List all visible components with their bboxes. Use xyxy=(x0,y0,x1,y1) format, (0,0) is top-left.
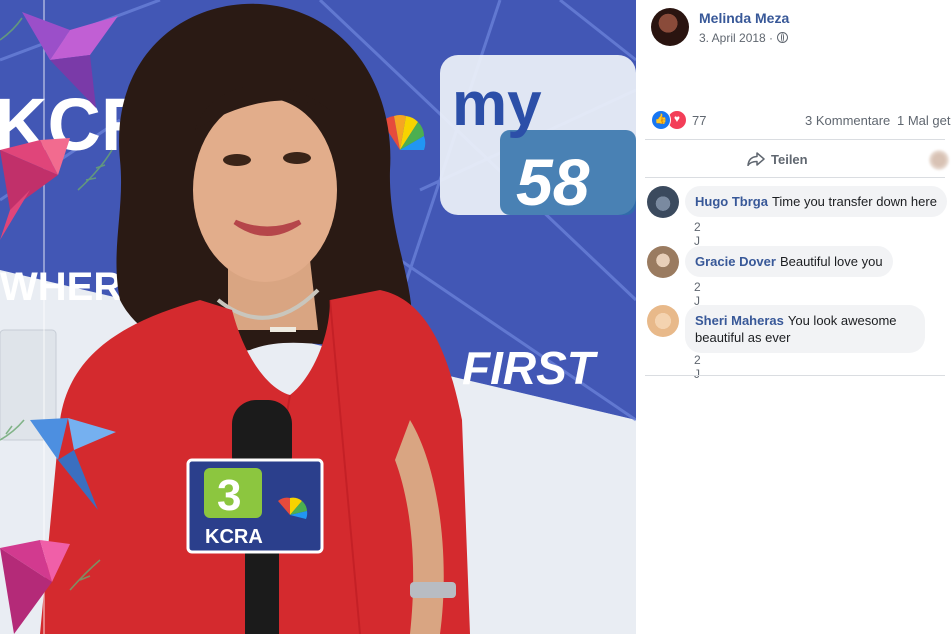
van-text-first: FIRST xyxy=(462,342,599,394)
comment-time[interactable]: 2 J xyxy=(694,353,701,381)
reactions-summary[interactable]: 👍 ♥ 77 xyxy=(651,110,706,130)
face xyxy=(193,98,337,282)
globe-icon xyxy=(777,32,789,43)
microphone-handle xyxy=(245,540,279,634)
post-date[interactable]: 3. April 2018 · xyxy=(699,31,789,45)
commenter-name-link[interactable]: Hugo Tbrga xyxy=(695,194,768,209)
comment-bubble: Hugo Tbrga Time you transfer down here xyxy=(685,186,947,217)
author-avatar[interactable] xyxy=(651,8,689,46)
share-button-label: Teilen xyxy=(771,151,808,167)
share-arrow-icon xyxy=(747,152,765,166)
commenter-avatar[interactable] xyxy=(647,305,679,337)
mic-flag-text: KCRA xyxy=(205,526,263,548)
post-date-text: 3. April 2018 · xyxy=(699,31,774,45)
comment-text: Time you transfer down here xyxy=(771,194,937,209)
comment-text: Beautiful love you xyxy=(779,254,883,269)
divider-bottom xyxy=(645,375,945,376)
my58-logo-my: my xyxy=(452,70,542,139)
post-photo[interactable]: my 58 KCR WHERE TH FIRST 3 KCRA xyxy=(0,0,636,634)
divider-middle xyxy=(645,177,945,178)
reaction-count: 77 xyxy=(692,112,707,128)
mic-flag-number: 3 xyxy=(217,471,241,520)
comment-text-continued: beautiful as ever xyxy=(695,330,791,345)
right-eye xyxy=(283,152,311,164)
comment-bubble: Gracie Dover Beautiful love you xyxy=(685,246,893,277)
commenter-avatar[interactable] xyxy=(647,246,679,278)
commenter-name-link[interactable]: Sheri Maheras xyxy=(695,313,784,328)
comment-text: You look awesome xyxy=(787,313,897,328)
like-icon: 👍 xyxy=(651,110,671,130)
left-eye xyxy=(223,154,251,166)
share-count-link[interactable]: 1 Mal geteilt xyxy=(897,113,951,128)
comment-bubble: Sheri Maheras You look awesome beautiful … xyxy=(685,305,925,353)
my58-logo-number: 58 xyxy=(516,145,590,219)
comment-time[interactable]: 2 J xyxy=(694,220,701,248)
photo-scene: my 58 KCR WHERE TH FIRST 3 KCRA xyxy=(0,0,636,634)
comment-time[interactable]: 2 J xyxy=(694,280,701,308)
share-button[interactable]: Teilen xyxy=(747,148,808,170)
post-info-panel: Melinda Meza 3. April 2018 · 👍 ♥ 77 3 Ko… xyxy=(637,0,951,634)
necklace-pendant xyxy=(270,327,296,332)
commenter-name-link[interactable]: Gracie Dover xyxy=(695,254,776,269)
wristwatch xyxy=(410,582,456,598)
divider-top xyxy=(645,139,945,140)
author-name-link[interactable]: Melinda Meza xyxy=(699,10,789,26)
viewer-avatar[interactable] xyxy=(929,150,949,170)
commenter-avatar[interactable] xyxy=(647,186,679,218)
comment-count-link[interactable]: 3 Kommentare xyxy=(805,113,890,128)
